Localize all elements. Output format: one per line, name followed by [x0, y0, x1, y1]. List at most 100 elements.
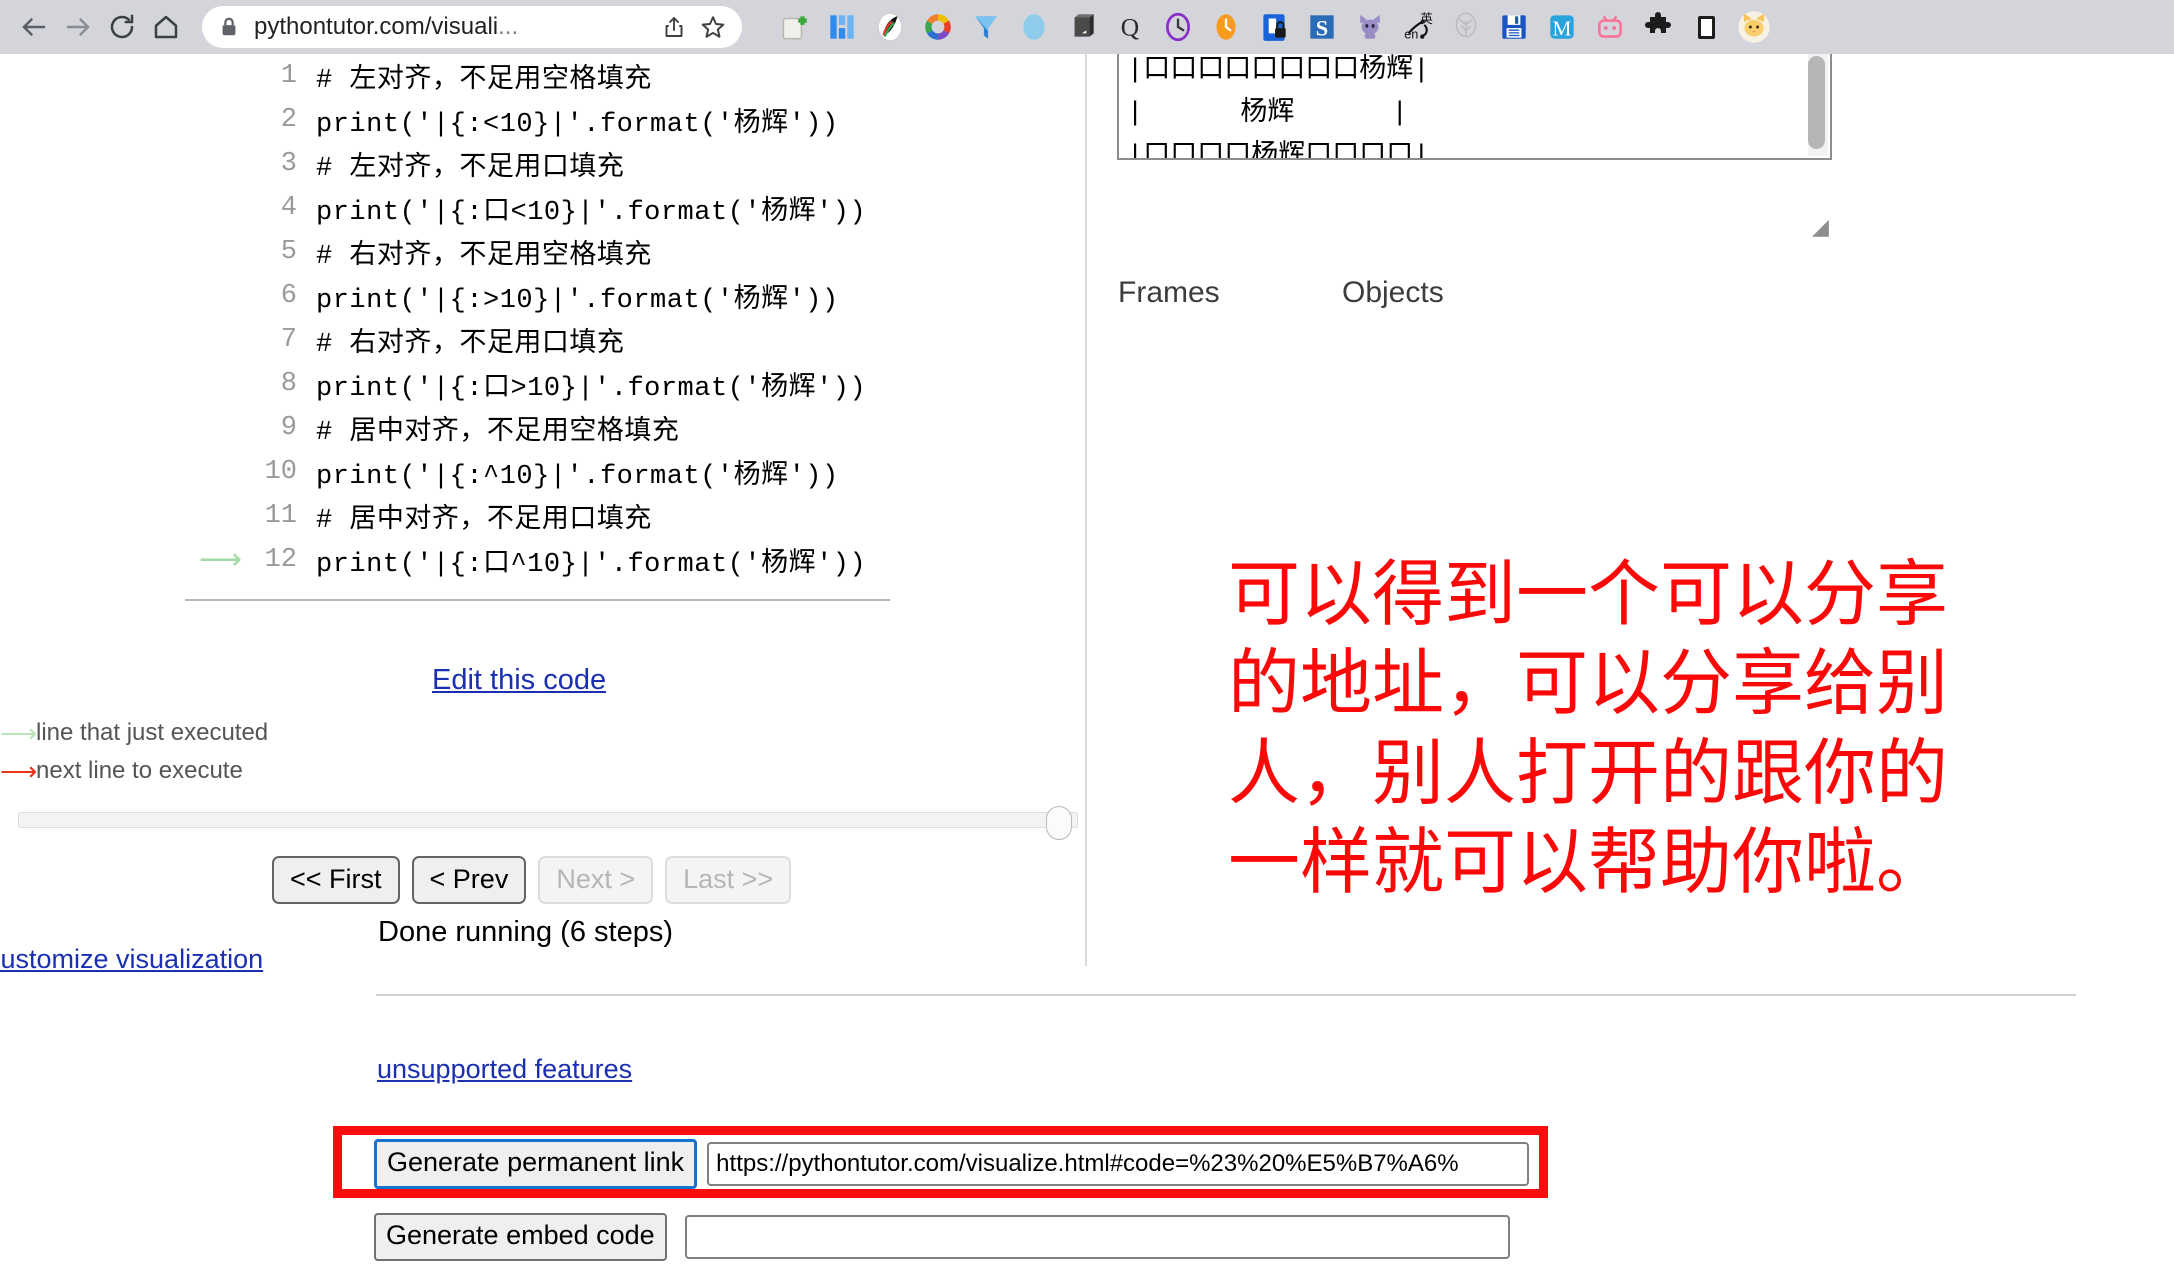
execution-arrow-cell [185, 362, 252, 406]
purple-clock-extension-icon[interactable] [1154, 3, 1202, 51]
side-panel-icon[interactable] [1682, 3, 1730, 51]
generate-permanent-link-button[interactable]: Generate permanent link [374, 1139, 698, 1189]
svg-text:S: S [1316, 16, 1328, 41]
legend-row-next-line: ⟶ next line to execute [0, 752, 268, 790]
code-line-text: # 居中对齐，不足用空格填充 [316, 418, 680, 448]
line-number: 6 [280, 281, 297, 311]
execution-slider-handle[interactable] [1046, 806, 1072, 840]
blue-lock-extension-icon[interactable] [1250, 3, 1298, 51]
funnel-extension-icon[interactable] [962, 3, 1010, 51]
columns-layout-extension-icon[interactable] [818, 3, 866, 51]
program-output-text: |口口口口口口口口杨辉| | 杨辉 | |口口口口杨辉口口口口| [1127, 56, 1430, 160]
code-row: 11 # 居中对齐，不足用口填充 [185, 494, 867, 538]
execution-arrow-cell [185, 230, 252, 274]
program-output-box[interactable]: |口口口口口口口口杨辉| | 杨辉 | |口口口口杨辉口口口口| [1117, 54, 1832, 160]
orange-clock-extension-icon[interactable] [1202, 3, 1250, 51]
green-arrow-icon: ⟶ [0, 718, 38, 748]
purple-cat-extension-icon[interactable] [1346, 3, 1394, 51]
code-row: 5 # 右对齐，不足用空格填充 [185, 230, 867, 274]
code-panel: 1 # 左对齐，不足用空格填充 2 print('|{:<10}|'.forma… [0, 54, 1090, 784]
line-number: 2 [280, 105, 297, 135]
line-number: 8 [280, 369, 297, 399]
run-status-text: Done running (6 steps) [378, 916, 673, 948]
permalink-input[interactable] [707, 1141, 1530, 1186]
translate-en-extension-icon[interactable]: en 英 [1394, 3, 1442, 51]
svg-text:M: M [1553, 17, 1572, 41]
code-line-text: print('|{:口^10}|'.format('杨辉')) [316, 550, 867, 580]
floppy-save-extension-icon[interactable] [1490, 3, 1538, 51]
line-number: 9 [280, 413, 297, 443]
home-button[interactable] [144, 5, 188, 49]
home-icon [151, 12, 181, 42]
add-to-clipboard-extension-icon[interactable] [770, 3, 818, 51]
code-row: 4 print('|{:口<10}|'.format('杨辉')) [185, 186, 867, 230]
step-controls: << First < Prev Next > Last >> [272, 856, 792, 905]
last-button[interactable]: Last >> [665, 856, 792, 905]
edit-this-code-link[interactable]: Edit this code [432, 664, 606, 697]
medium-m-extension-icon[interactable]: M [1538, 3, 1586, 51]
share-icon[interactable] [662, 14, 686, 40]
execution-arrow-cell: ⟶ [185, 538, 252, 582]
forward-button[interactable] [56, 5, 100, 49]
code-row: 8 print('|{:口>10}|'.format('杨辉')) [185, 362, 867, 406]
reload-icon [107, 12, 137, 42]
execution-arrow-cell [185, 54, 252, 98]
code-line-text: print('|{:^10}|'.format('杨辉')) [316, 462, 839, 492]
bookmark-star-icon[interactable] [700, 14, 726, 40]
execution-arrow-cell [185, 98, 252, 142]
line-number: 1 [280, 61, 297, 91]
embed-code-input[interactable] [684, 1214, 1510, 1259]
permalink-row: Generate permanent link [374, 1139, 1530, 1189]
unsupported-features-link[interactable]: unsupported features [377, 1054, 632, 1085]
frames-heading: Frames [1118, 276, 1220, 309]
code-row-current: ⟶ 12 print('|{:口^10}|'.format('杨辉')) [185, 538, 867, 582]
code-line-text: print('|{:<10}|'.format('杨辉')) [316, 110, 839, 140]
line-number: 4 [280, 193, 297, 223]
customize-visualization-link[interactable]: customize visualization [0, 944, 263, 975]
output-scrollbar-track[interactable] [1808, 54, 1828, 156]
execution-slider-track[interactable] [18, 812, 1078, 828]
next-button[interactable]: Next > [538, 856, 654, 905]
color-wheel-extension-icon[interactable] [914, 3, 962, 51]
code-row: 6 print('|{:>10}|'.format('杨辉')) [185, 274, 867, 318]
code-line-text: # 居中对齐，不足用口填充 [316, 506, 652, 536]
grey-cube-extension-icon[interactable] [1058, 3, 1106, 51]
resize-grip-icon[interactable]: ◢ [1812, 214, 1829, 240]
execution-arrow-cell [185, 450, 252, 494]
code-bottom-rule [185, 599, 890, 601]
profile-avatar-icon[interactable] [1730, 3, 1778, 51]
code-row: 2 print('|{:<10}|'.format('杨辉')) [185, 98, 867, 142]
grey-tree-extension-icon[interactable] [1442, 3, 1490, 51]
section-divider [376, 994, 2076, 996]
address-bar[interactable]: pythontutor.com/visuali... [202, 6, 742, 48]
red-arrow-icon: ⟶ [0, 756, 38, 786]
browser-toolbar: pythontutor.com/visuali... Q S en 英 M [0, 0, 2174, 54]
extensions-strip: Q S en 英 M [752, 0, 2162, 54]
output-scrollbar-thumb[interactable] [1808, 56, 1825, 149]
puzzle-extensions-icon[interactable] [1634, 3, 1682, 51]
line-number: 3 [280, 149, 297, 179]
reload-button[interactable] [100, 5, 144, 49]
quip-q-extension-icon[interactable]: Q [1106, 3, 1154, 51]
forward-arrow-icon [63, 12, 93, 42]
bilibili-tv-extension-icon[interactable] [1586, 3, 1634, 51]
svg-text:Q: Q [1121, 13, 1139, 42]
code-row: 10 print('|{:^10}|'.format('杨辉')) [185, 450, 867, 494]
color-picker-extension-icon[interactable] [866, 3, 914, 51]
address-bar-url: pythontutor.com/visuali... [254, 13, 519, 40]
first-button[interactable]: << First [272, 856, 400, 905]
generate-embed-code-button[interactable]: Generate embed code [374, 1213, 667, 1261]
code-row: 1 # 左对齐，不足用空格填充 [185, 54, 867, 98]
code-line-text: # 右对齐，不足用口填充 [316, 330, 625, 360]
line-number: 5 [280, 237, 297, 267]
sogou-s-extension-icon[interactable]: S [1298, 3, 1346, 51]
code-row: 3 # 左对齐，不足用口填充 [185, 142, 867, 186]
back-button[interactable] [12, 5, 56, 49]
prev-button[interactable]: < Prev [411, 856, 527, 905]
objects-heading: Objects [1342, 276, 1444, 309]
code-row: 9 # 居中对齐，不足用空格填充 [185, 406, 867, 450]
back-arrow-icon [19, 12, 49, 42]
blue-circle-extension-icon[interactable] [1010, 3, 1058, 51]
code-line-text: # 左对齐，不足用空格填充 [316, 66, 652, 96]
line-number: 11 [264, 501, 297, 531]
